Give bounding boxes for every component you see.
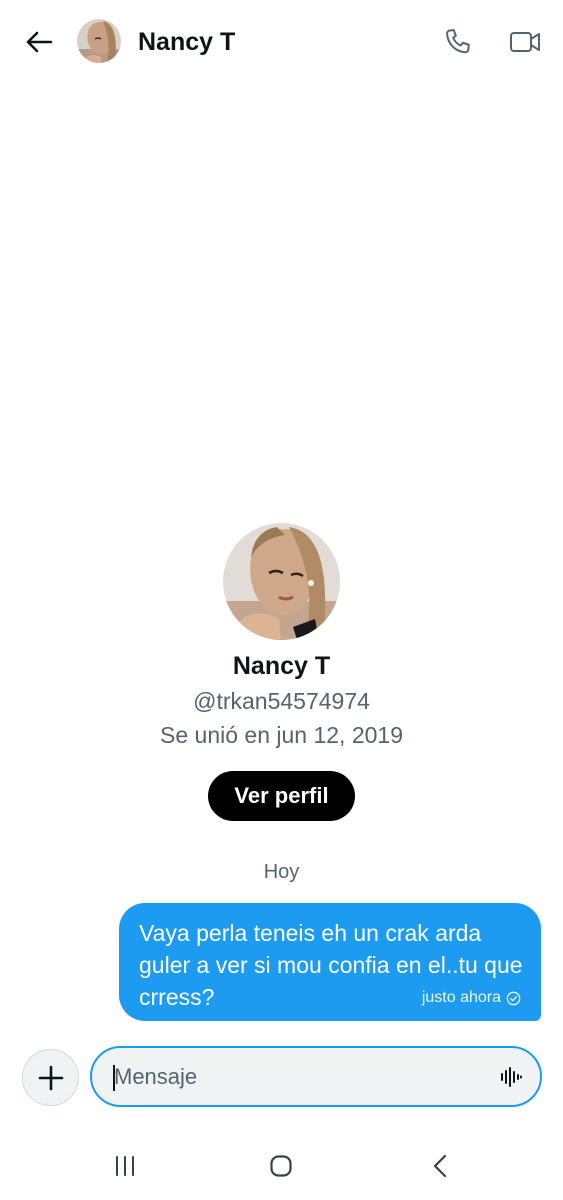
arrow-left-icon bbox=[26, 31, 53, 53]
voice-wave-icon bbox=[501, 1067, 522, 1087]
contact-name[interactable]: Nancy T bbox=[138, 26, 235, 58]
profile-joined-date: Se unió en jun 12, 2019 bbox=[160, 722, 403, 748]
recents-button[interactable] bbox=[112, 1153, 138, 1179]
message-composer[interactable] bbox=[90, 1046, 542, 1107]
video-call-button[interactable] bbox=[506, 25, 544, 59]
back-chevron-icon bbox=[433, 1154, 447, 1178]
back-button[interactable] bbox=[22, 26, 56, 58]
profile-avatar[interactable] bbox=[223, 523, 340, 640]
sent-check-icon bbox=[506, 991, 521, 1005]
voice-message-button[interactable] bbox=[498, 1064, 524, 1090]
video-camera-icon bbox=[510, 32, 540, 52]
view-profile-button[interactable]: Ver perfil bbox=[208, 771, 355, 821]
add-media-button[interactable] bbox=[22, 1049, 79, 1106]
profile-handle: @trkan54574974 bbox=[193, 688, 370, 714]
message-meta: justo ahora bbox=[422, 989, 521, 1007]
home-icon bbox=[270, 1155, 292, 1177]
phone-icon bbox=[446, 29, 470, 54]
message-input[interactable] bbox=[114, 1058, 474, 1096]
call-button[interactable] bbox=[441, 25, 475, 59]
plus-icon bbox=[38, 1065, 63, 1090]
avatar[interactable] bbox=[77, 19, 121, 63]
conversation-header: Nancy T bbox=[0, 0, 563, 84]
profile-name: Nancy T bbox=[232, 652, 331, 680]
system-back-button[interactable] bbox=[428, 1153, 452, 1179]
message-bubble[interactable]: Vaya perla teneis eh un crak arda guler … bbox=[119, 903, 541, 1021]
recents-icon bbox=[116, 1156, 134, 1176]
date-separator: Hoy bbox=[263, 861, 300, 883]
home-button[interactable] bbox=[268, 1153, 294, 1179]
message-time: justo ahora bbox=[421, 989, 501, 1006]
